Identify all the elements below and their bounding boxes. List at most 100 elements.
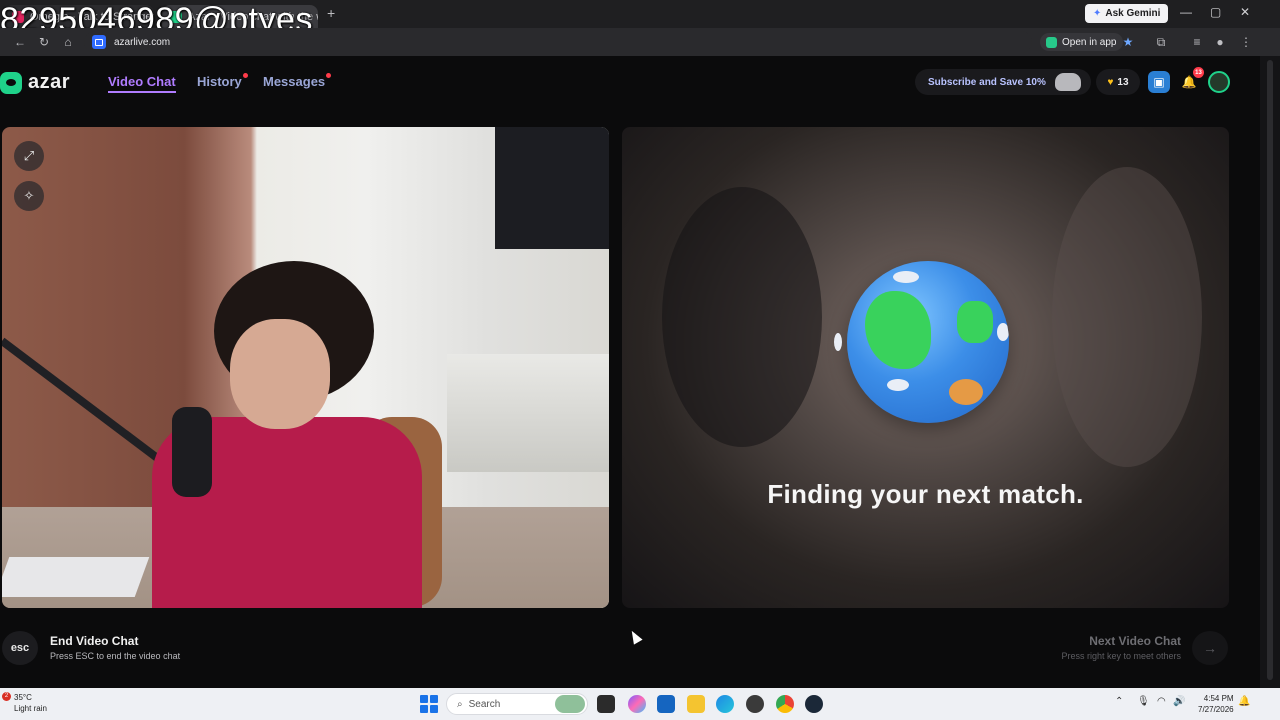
subscribe-label: Subscribe and Save 10% [928, 76, 1046, 88]
steam-icon[interactable] [805, 695, 823, 713]
esc-key-label: esc [10, 642, 30, 654]
search-placeholder: Search [468, 698, 501, 710]
page-scrollbar[interactable] [1260, 56, 1280, 688]
logo-text: azar [28, 71, 71, 93]
weather-badge: 2 [2, 692, 11, 701]
globe-icon [847, 261, 1009, 423]
fullscreen-icon[interactable]: ⤢ [14, 141, 44, 171]
gem-icon: ♥ [1107, 76, 1114, 88]
user-avatar[interactable] [1208, 71, 1230, 93]
blur-shape [1052, 167, 1202, 467]
tab-search-icon[interactable]: ≡ [1189, 34, 1205, 50]
nav-video-chat[interactable]: Video Chat [108, 74, 176, 93]
nav-label: Messages [263, 74, 326, 89]
store-icon[interactable] [657, 695, 675, 713]
new-tab-icon[interactable]: + [327, 5, 335, 21]
back-icon[interactable]: ← [12, 34, 28, 50]
extensions-icon[interactable]: ⧉ [1153, 34, 1169, 50]
reload-icon[interactable]: ↻ [36, 34, 52, 50]
site-info-icon[interactable] [92, 35, 106, 49]
end-chat-key-button[interactable]: esc [2, 631, 38, 665]
gems-balance-button[interactable]: ♥ 13 [1096, 69, 1140, 95]
weather-widget[interactable]: 2 35°C Light rain [2, 692, 47, 714]
nav-label: Video Chat [108, 74, 176, 89]
minimize-icon[interactable]: — [1180, 5, 1192, 19]
nav-history[interactable]: History [197, 73, 248, 89]
globe-cloud [887, 379, 909, 391]
volume-icon[interactable]: 🔊 [1173, 696, 1185, 707]
app-icon [1046, 36, 1057, 48]
notifications-badge: 13 [1193, 67, 1204, 78]
shop-icon[interactable]: ▣ [1148, 71, 1170, 93]
finding-match-text: Finding your next match. [767, 479, 1084, 509]
file-explorer-icon[interactable] [687, 695, 705, 713]
browser-menu-icon[interactable]: ⋮ [1238, 34, 1254, 50]
home-icon[interactable]: ⌂ [60, 34, 76, 50]
system-clock[interactable]: 4:54 PM 7/27/2026 [1198, 693, 1234, 715]
clock-date: 7/27/2026 [1198, 705, 1234, 714]
person-face [230, 319, 330, 429]
show-hidden-icons-icon[interactable]: ⌃ [1115, 696, 1123, 707]
notifications-bell-icon[interactable]: 🔔 13 [1178, 67, 1204, 93]
browser-toolbar: ← ↻ ⌂ azarlive.com Open in app ★ ⧉ ≡ ● ⋮ [0, 28, 1280, 56]
match-video-pane: Finding your next match. [622, 127, 1229, 608]
weather-condition: Light rain [14, 704, 47, 713]
chrome-icon[interactable] [776, 695, 794, 713]
ask-gemini-label: Ask Gemini [1105, 8, 1161, 19]
bookmark-star-icon[interactable]: ★ [1120, 34, 1136, 50]
notifications-center-icon[interactable]: 🔔 [1238, 696, 1250, 707]
profile-avatar-icon[interactable]: ● [1212, 34, 1228, 50]
effects-wand-icon[interactable]: ✧ [14, 181, 44, 211]
globe-cloud [893, 271, 919, 283]
globe-land [865, 291, 931, 369]
azar-logo-icon [0, 71, 22, 94]
globe-cloud [834, 333, 842, 351]
open-in-app-button[interactable]: Open in app [1040, 33, 1123, 51]
microphone-icon[interactable]: 🎙 [1137, 696, 1150, 707]
azar-logo[interactable]: azar [0, 71, 70, 94]
address-url: azarlive.com [114, 36, 171, 48]
azar-app: azar Video Chat History Messages Subscri… [0, 56, 1260, 688]
mic-arm [2, 337, 181, 477]
mascot-icon [1055, 73, 1081, 91]
end-video-chat-hint: Press ESC to end the video chat [50, 651, 181, 661]
mouse-cursor-icon [627, 628, 643, 645]
keyboard [2, 557, 150, 597]
globe-land [957, 301, 993, 343]
windows-taskbar: 2 35°C Light rain ⌕ Search ⌃ 🎙 ◠ 🔊 4:54 … [0, 688, 1280, 720]
next-video-chat-hint: Press right key to meet others [1061, 651, 1181, 661]
clock-time: 4:54 PM [1203, 694, 1234, 703]
close-window-icon[interactable]: ✕ [1240, 5, 1250, 19]
maximize-icon[interactable]: ▢ [1210, 5, 1221, 19]
blur-shape [662, 187, 822, 447]
scrollbar-thumb[interactable] [1267, 60, 1273, 680]
edge-icon[interactable] [716, 695, 734, 713]
shelf-background [447, 354, 609, 472]
nav-messages[interactable]: Messages [263, 73, 332, 89]
tv-background [495, 127, 609, 249]
end-video-chat-title[interactable]: End Video Chat [50, 634, 138, 648]
open-in-app-label: Open in app [1062, 36, 1117, 48]
search-highlight-image [555, 695, 585, 713]
globe-cloud [997, 323, 1009, 341]
address-bar[interactable]: azarlive.com [84, 31, 1032, 53]
microphone [172, 407, 212, 497]
next-arrow-icon[interactable]: → [1192, 631, 1228, 665]
search-icon: ⌕ [457, 698, 463, 710]
windows-start-icon[interactable] [420, 695, 438, 713]
unread-dot [326, 73, 332, 78]
ask-gemini-button[interactable]: ✦ Ask Gemini [1085, 4, 1169, 23]
copilot-icon[interactable] [628, 695, 646, 713]
globe-land [949, 379, 983, 405]
local-video-pane: ⤢ ✧ [2, 127, 609, 608]
gemini-sparkle-icon: ✦ [1093, 8, 1102, 19]
gems-count: 13 [1117, 76, 1129, 88]
obs-icon[interactable] [746, 695, 764, 713]
unread-dot [242, 73, 248, 78]
task-view-icon[interactable] [597, 695, 615, 713]
next-video-chat-title[interactable]: Next Video Chat [1089, 634, 1181, 648]
nav-label: History [197, 74, 242, 89]
subscribe-button[interactable]: Subscribe and Save 10% [915, 69, 1091, 95]
wifi-icon[interactable]: ◠ [1157, 696, 1166, 707]
taskbar-search[interactable]: ⌕ Search [446, 693, 588, 715]
